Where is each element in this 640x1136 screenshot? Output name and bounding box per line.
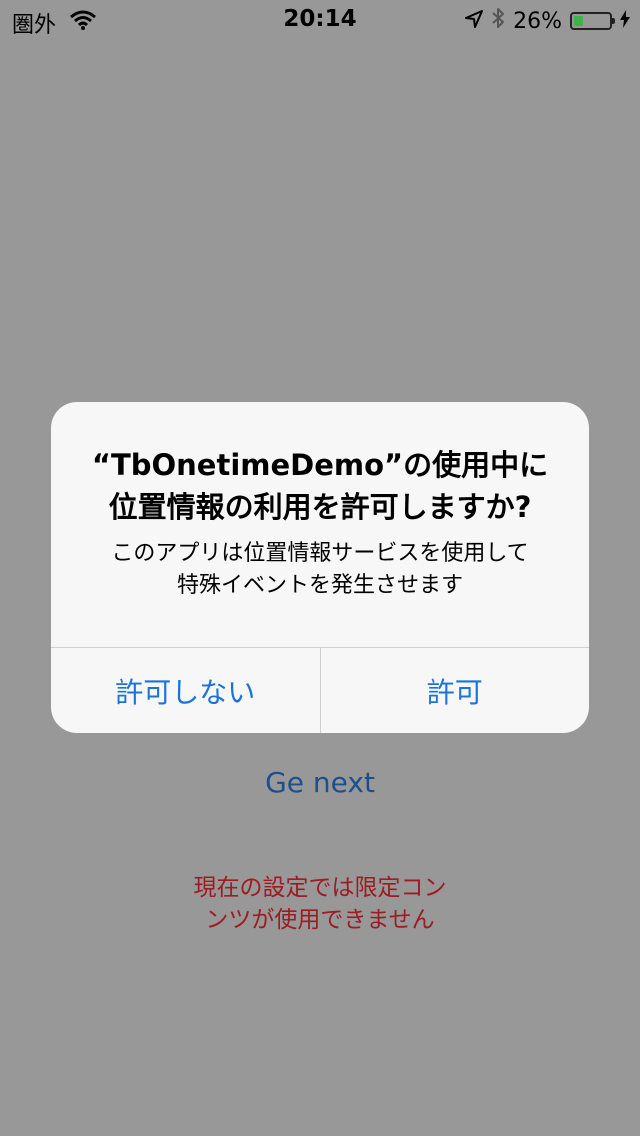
bluetooth-icon [491, 7, 505, 35]
status-left: 圏外 [12, 7, 96, 39]
location-arrow-icon [465, 9, 484, 34]
deny-button[interactable]: 許可しない [51, 648, 320, 733]
status-right: 26% [465, 7, 630, 35]
alert-title-line-1: “TbOnetimeDemo”の使用中に [91, 448, 549, 482]
notice-line-2: ンツが使用できません [205, 907, 435, 933]
alert-message: このアプリは位置情報サービスを使用して 特殊イベントを発生させます [81, 538, 559, 602]
alert-button-row: 許可しない 許可 [51, 647, 589, 733]
battery-fill [574, 16, 583, 26]
restriction-notice: 現在の設定では限定コン ンツが使用できません [120, 872, 520, 936]
allow-button[interactable]: 許可 [319, 648, 590, 733]
wifi-icon [70, 10, 96, 36]
location-permission-alert: “TbOnetimeDemo”の使用中に 位置情報の利用を許可しますか? このア… [51, 402, 589, 733]
alert-message-line-2: 特殊イベントを発生させます [176, 573, 463, 598]
battery-nub [612, 18, 615, 24]
carrier-label: 圏外 [12, 13, 57, 38]
status-bar: 圏外 20:14 26% [0, 0, 640, 40]
alert-title-line-2: 位置情報の利用を許可しますか? [108, 490, 532, 524]
notice-line-1: 現在の設定では限定コン [193, 875, 447, 901]
battery-percent: 26% [513, 8, 562, 34]
alert-title: “TbOnetimeDemo”の使用中に 位置情報の利用を許可しますか? [75, 444, 565, 528]
next-link[interactable]: Ge next [0, 766, 640, 799]
alert-message-line-1: このアプリは位置情報サービスを使用して [111, 541, 529, 566]
charging-bolt-icon [620, 9, 630, 34]
battery-icon [570, 12, 615, 30]
